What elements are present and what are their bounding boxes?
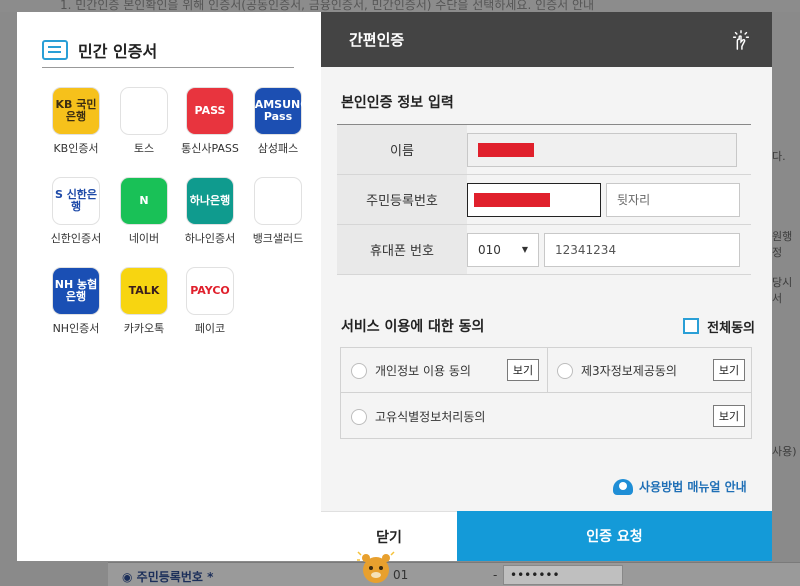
cert-name: 네이버 (128, 232, 160, 245)
certificate-icon (42, 39, 68, 60)
cert-item[interactable]: S 신한은행신한인증서 (41, 178, 111, 246)
phone-prefix-value: 010 (478, 242, 501, 257)
agree-all-checkbox[interactable]: 전체동의 (683, 317, 755, 336)
auth-modal: 민간 인증서 KB 국민은행 KB인증서 토스 PASS 통신사PASS SAMSUNG … (17, 12, 772, 561)
cert-item[interactable]: TALK 카카오톡 (109, 268, 179, 336)
simple-auth-header: 간편인증 (321, 12, 772, 67)
redacted-name (478, 142, 534, 157)
cert-item[interactable]: KB 국민은행 KB인증서 (41, 88, 111, 156)
cert-name: 토스 (133, 142, 155, 155)
background-snippet: 원행정 (772, 230, 793, 259)
cert-item[interactable]: 토스 (109, 88, 179, 156)
cert-name: 페이코 (194, 322, 226, 335)
radio-icon[interactable] (351, 408, 367, 425)
background-rrn-row: ◉ 주민등록번호 * 01 - ••••••• (108, 562, 800, 586)
background-rrn-dash: - (493, 568, 498, 582)
agree-divider (547, 348, 548, 392)
cert-logo-icon: KB 국민은행 (53, 88, 99, 134)
radio-icon[interactable] (557, 362, 573, 379)
cert-name: KB인증서 (53, 142, 99, 155)
rrn-row: 주민등록번호 뒷자리 (337, 175, 751, 225)
cert-item[interactable]: 하나은행하나인증서 (175, 178, 245, 246)
agree-divider (341, 392, 751, 393)
cert-logo-icon: NH 농협은행 (53, 268, 99, 314)
view-third-party-button[interactable]: 보기 (713, 359, 745, 381)
cert-item[interactable]: PASS 통신사PASS (175, 88, 245, 156)
view-privacy-button[interactable]: 보기 (507, 359, 539, 381)
phone-row: 휴대폰 번호 010 ▼ 12341234 (337, 225, 751, 275)
name-row: 이름 (337, 125, 751, 175)
private-cert-title: 민간 인증서 (78, 41, 158, 61)
checkbox-icon[interactable] (683, 318, 700, 334)
phone-number-field[interactable]: 12341234 (544, 232, 740, 267)
background-snippet: 당시 서 (772, 276, 793, 305)
cert-name: 카카오톡 (123, 322, 165, 335)
private-cert-panel: 민간 인증서 KB 국민은행 KB인증서 토스 PASS 통신사PASS SAMSUNG … (17, 12, 321, 561)
radio-icon[interactable] (351, 362, 367, 379)
cert-name: 통신사PASS (181, 142, 239, 155)
simple-auth-panel: 간편인증 본인인증 정보 입력 이름 주민등록번호 뒷자리 휴대폰 번호 010… (321, 12, 772, 561)
cert-name: 삼성패스 (257, 142, 299, 155)
cert-name: NH인증서 (52, 322, 100, 335)
cert-name: 뱅크샐러드 (252, 232, 304, 245)
agree-item-label: 제3자정보제공동의 (581, 364, 677, 378)
rrn-label: 주민등록번호 (337, 175, 467, 224)
cert-name: 하나인증서 (184, 232, 236, 245)
phone-label: 휴대폰 번호 (337, 225, 467, 274)
cert-logo-icon: N (121, 178, 167, 224)
redacted-rrn (474, 192, 550, 207)
cert-logo-icon: S 신한은행 (53, 178, 99, 224)
identity-form: 이름 주민등록번호 뒷자리 휴대폰 번호 010 ▼ 12341234 (337, 124, 751, 275)
agree-item-privacy[interactable]: 개인정보 이용 동의 (351, 362, 471, 379)
sparkle-hand-icon (732, 29, 750, 50)
cert-logo-icon: PAYCO (187, 268, 233, 314)
name-label: 이름 (337, 125, 467, 174)
cert-logo-icon: TALK (121, 268, 167, 314)
cert-logo-icon: PASS (187, 88, 233, 134)
cert-logo-icon: 하나은행 (187, 178, 233, 224)
user-guide-icon (613, 478, 633, 495)
mascot-icon (357, 551, 395, 583)
view-unique-id-button[interactable]: 보기 (713, 405, 745, 427)
agree-item-unique-id[interactable]: 고유식별정보처리동의 (351, 408, 485, 425)
cert-logo-icon (255, 178, 301, 224)
agree-item-third-party[interactable]: 제3자정보제공동의 (557, 362, 677, 379)
simple-auth-title: 간편인증 (349, 31, 405, 49)
auth-request-button[interactable]: 인증 요청 (457, 511, 772, 561)
agree-header: 서비스 이용에 대한 동의 전체동의 (341, 316, 755, 336)
name-field[interactable] (467, 132, 737, 167)
cert-item[interactable]: PAYCO 페이코 (175, 268, 245, 336)
background-rrn-label: ◉ 주민등록번호 * (122, 570, 214, 584)
agree-list: 개인정보 이용 동의 보기 제3자정보제공동의 보기 고유식별정보처리동의 보기 (340, 347, 752, 439)
manual-link-label: 사용방법 매뉴얼 안내 (639, 480, 747, 494)
cert-name: 신한인증서 (50, 232, 102, 245)
agree-item-label: 개인정보 이용 동의 (375, 364, 471, 378)
cert-item[interactable]: N 네이버 (109, 178, 179, 246)
background-snippet: 사용) (772, 445, 797, 458)
info-input-title: 본인인증 정보 입력 (341, 95, 454, 111)
agree-all-label: 전체동의 (707, 320, 755, 336)
dropdown-arrow-icon: ▼ (521, 245, 528, 254)
phone-prefix-select[interactable]: 010 ▼ (467, 232, 539, 267)
rrn-back-field[interactable]: 뒷자리 (606, 182, 740, 217)
private-cert-header: 민간 인증서 (42, 32, 294, 68)
agree-item-label: 고유식별정보처리동의 (375, 410, 486, 424)
agree-title: 서비스 이용에 대한 동의 (341, 319, 485, 335)
cert-logo-icon: SAMSUNG Pass (247, 88, 309, 134)
rrn-front-field[interactable] (467, 182, 601, 217)
cert-item[interactable]: NH 농협은행 NH인증서 (41, 268, 111, 336)
manual-link[interactable]: 사용방법 매뉴얼 안내 (613, 478, 747, 495)
cert-logo-icon (121, 88, 167, 134)
background-top-strip: 1. 민간인증 본인확인을 위해 인증서(공동인증서, 금융인증서, 민간인증서… (0, 0, 800, 12)
background-snippet: 다. (772, 150, 786, 163)
cert-item[interactable]: 뱅크샐러드 (243, 178, 313, 246)
cert-item[interactable]: SAMSUNG Pass 삼성패스 (243, 88, 313, 156)
background-rrn-masked: ••••••• (503, 565, 623, 585)
